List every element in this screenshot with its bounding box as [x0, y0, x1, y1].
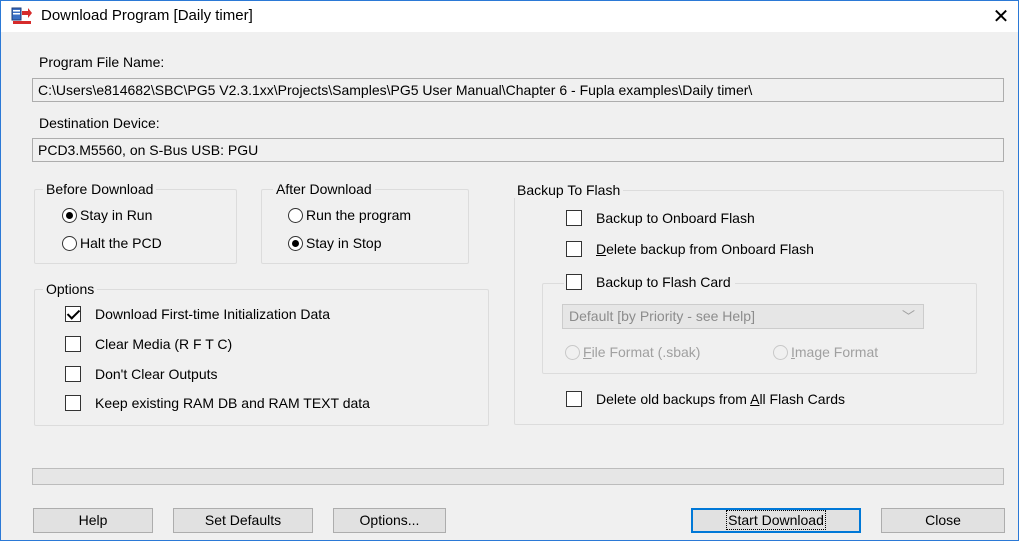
- radio-halt-the-pcd[interactable]: Halt the PCD: [62, 235, 162, 251]
- close-window-icon[interactable]: ✕: [986, 3, 1016, 31]
- set-defaults-button[interactable]: Set Defaults: [173, 508, 313, 533]
- program-file-label: Program File Name:: [39, 54, 165, 70]
- after-download-title: After Download: [273, 181, 375, 197]
- help-button[interactable]: Help: [33, 508, 153, 533]
- destination-device-label: Destination Device:: [39, 115, 160, 131]
- checkbox-label: Backup to Flash Card: [596, 274, 731, 290]
- start-download-label: Start Download: [726, 510, 826, 530]
- checkbox-delete-onboard-backup[interactable]: Delete backup from Onboard Flash: [566, 241, 814, 257]
- radio-selected-icon[interactable]: [62, 208, 77, 223]
- radio-unselected-icon[interactable]: [773, 345, 788, 360]
- radio-unselected-icon[interactable]: [62, 236, 77, 251]
- checkbox-unchecked-icon[interactable]: [566, 391, 582, 407]
- checkbox-dont-clear-outputs[interactable]: Don't Clear Outputs: [65, 366, 218, 382]
- radio-label: Stay in Run: [80, 207, 153, 223]
- checkbox-label: Delete backup from Onboard Flash: [596, 241, 814, 257]
- checkbox-unchecked-icon[interactable]: [65, 336, 81, 352]
- options-title: Options: [43, 281, 98, 297]
- radio-run-the-program[interactable]: Run the program: [288, 207, 411, 223]
- before-download-group: [34, 189, 237, 264]
- radio-label: Run the program: [306, 207, 412, 223]
- radio-file-format[interactable]: File Format (.sbak): [565, 344, 700, 360]
- checkbox-unchecked-icon[interactable]: [65, 366, 81, 382]
- checkbox-label: Backup to Onboard Flash: [596, 210, 755, 226]
- download-progress-bar: [32, 468, 1004, 485]
- window-title: Download Program [Daily timer]: [41, 7, 253, 24]
- radio-image-format[interactable]: Image Format: [773, 344, 878, 360]
- checkbox-label: Keep existing RAM DB and RAM TEXT data: [95, 395, 370, 411]
- radio-stay-in-stop[interactable]: Stay in Stop: [288, 235, 382, 251]
- select-value: Default [by Priority - see Help]: [569, 308, 755, 324]
- title-bar: Download Program [Daily timer] ✕: [1, 1, 1018, 32]
- checkbox-download-first-time-init[interactable]: Download First-time Initialization Data: [65, 306, 330, 322]
- flash-card-priority-select[interactable]: Default [by Priority - see Help] ﹀: [562, 304, 924, 329]
- checkbox-unchecked-icon[interactable]: [65, 395, 81, 411]
- radio-stay-in-run[interactable]: Stay in Run: [62, 207, 152, 223]
- program-file-field: C:\Users\e814682\SBC\PG5 V2.3.1xx\Projec…: [32, 78, 1004, 102]
- checkbox-label: Don't Clear Outputs: [95, 366, 218, 382]
- backup-to-flash-title: Backup To Flash: [514, 182, 624, 198]
- close-button[interactable]: Close: [881, 508, 1005, 533]
- before-download-title: Before Download: [43, 181, 157, 197]
- checkbox-delete-old-backups[interactable]: Delete old backups from All Flash Cards: [566, 391, 845, 407]
- checkbox-label: Download First-time Initialization Data: [95, 306, 330, 322]
- destination-device-field: PCD3.M5560, on S-Bus USB: PGU: [32, 138, 1004, 162]
- checkbox-checked-icon[interactable]: [65, 306, 81, 322]
- checkbox-unchecked-icon[interactable]: [566, 210, 582, 226]
- checkbox-backup-flash-card[interactable]: Backup to Flash Card: [564, 274, 735, 290]
- checkbox-label: Delete old backups from All Flash Cards: [596, 391, 846, 407]
- chevron-down-icon: ﹀: [901, 309, 915, 324]
- options-button[interactable]: Options...: [333, 508, 446, 533]
- checkbox-clear-media[interactable]: Clear Media (R F T C): [65, 336, 232, 352]
- checkbox-backup-onboard-flash[interactable]: Backup to Onboard Flash: [566, 210, 755, 226]
- download-program-dialog: Download Program [Daily timer] ✕ Program…: [0, 0, 1019, 541]
- radio-selected-icon[interactable]: [288, 236, 303, 251]
- radio-unselected-icon[interactable]: [565, 345, 580, 360]
- radio-label: Stay in Stop: [306, 235, 382, 251]
- checkbox-keep-ram-data[interactable]: Keep existing RAM DB and RAM TEXT data: [65, 395, 370, 411]
- start-download-button[interactable]: Start Download: [691, 508, 861, 533]
- checkbox-unchecked-icon[interactable]: [566, 274, 582, 290]
- download-program-icon: [11, 7, 32, 24]
- radio-label: Halt the PCD: [80, 235, 162, 251]
- checkbox-label: Clear Media (R F T C): [95, 336, 233, 352]
- radio-unselected-icon[interactable]: [288, 208, 303, 223]
- after-download-group: [261, 189, 469, 264]
- checkbox-unchecked-icon[interactable]: [566, 241, 582, 257]
